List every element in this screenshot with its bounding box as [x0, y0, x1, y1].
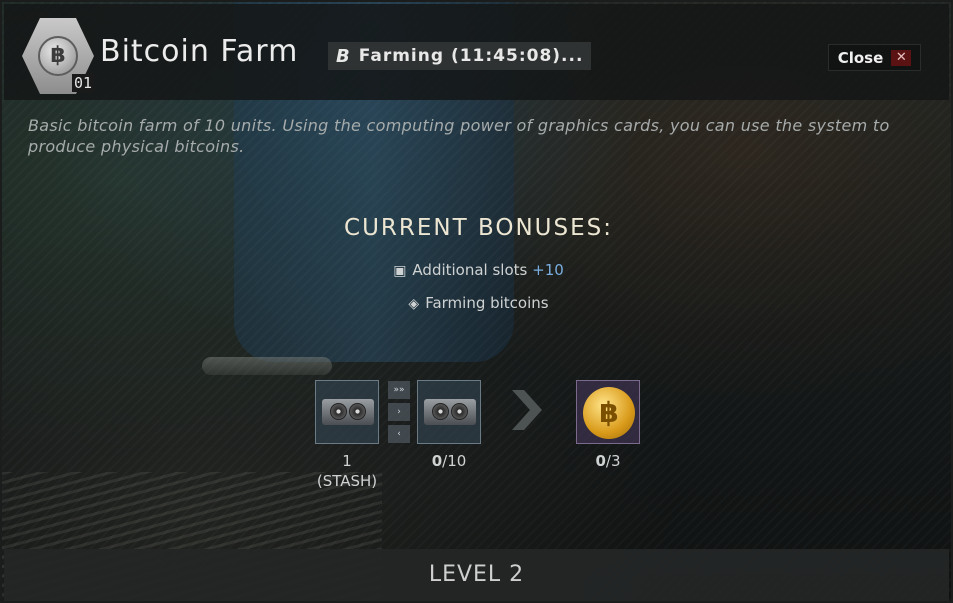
bonus-label: Additional slots [412, 261, 528, 279]
close-label: Close [837, 48, 884, 67]
stash-count: 1 (STASH) [307, 451, 387, 491]
badge-number: 01 [72, 74, 95, 92]
level-indicator: LEVEL 2 [4, 549, 949, 601]
close-icon: ✕ [891, 49, 912, 66]
fan-icon [432, 403, 449, 420]
bitcoin-icon: ◈ [408, 296, 420, 312]
stash-count-value: 1 [342, 452, 352, 470]
farming-status: B Farming (11:45:08)... [328, 42, 592, 70]
installed-count-max: /10 [442, 452, 467, 470]
bitcoin-icon: B [336, 45, 351, 67]
installed-gpu-slot[interactable] [417, 380, 481, 444]
fan-icon [349, 403, 366, 420]
fan-icon [330, 403, 347, 420]
installed-count: 0/10 [409, 451, 489, 471]
bonus-label: Farming bitcoins [425, 294, 549, 312]
output-count: 0/3 [568, 451, 648, 471]
bitcoin-icon: ฿ [583, 387, 635, 439]
window-header: ฿ 01 Bitcoin Farm B Farming (11:45:08)..… [4, 4, 949, 100]
stash-gpu-slot[interactable] [315, 380, 379, 444]
output-count-max: /3 [605, 452, 621, 470]
fan-icon [451, 403, 468, 420]
area-badge: ฿ 01 [22, 18, 95, 94]
close-button[interactable]: Close ✕ [828, 44, 921, 71]
farming-status-text: Farming (11:45:08)... [358, 46, 584, 66]
graphics-card-icon [322, 399, 374, 425]
install-all-button[interactable]: »» [388, 381, 410, 399]
stash-count-label: (STASH) [316, 472, 378, 490]
output-count-value: 0 [595, 452, 606, 470]
gpu-icon: ▣ [393, 263, 407, 279]
chevron-right-icon [512, 390, 542, 430]
remove-button[interactable]: ‹ [388, 425, 410, 443]
bitcoin-icon: ฿ [38, 36, 78, 76]
bonus-item: ▣ Additional slots +10 [2, 261, 951, 279]
area-description: Basic bitcoin farm of 10 units. Using th… [28, 116, 890, 156]
bonus-value: +10 [532, 261, 564, 279]
graphics-card-icon [424, 399, 476, 425]
bonuses-heading: CURRENT BONUSES: [344, 215, 613, 241]
bitcoin-farm-window: ฿ 01 Bitcoin Farm B Farming (11:45:08)..… [0, 0, 953, 603]
bonus-item: ◈ Farming bitcoins [2, 294, 951, 312]
bitcoin-output-slot[interactable]: ฿ [576, 380, 640, 444]
page-title: Bitcoin Farm [100, 34, 299, 69]
installed-count-value: 0 [431, 452, 443, 470]
install-one-button[interactable]: › [388, 403, 410, 421]
